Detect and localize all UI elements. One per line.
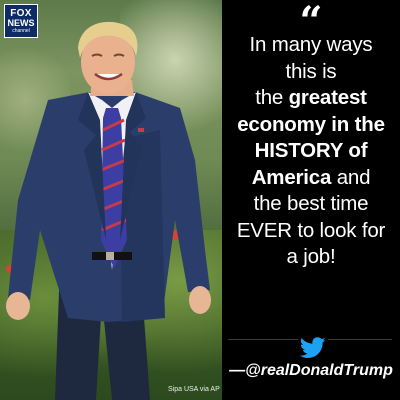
quote-line: economy in the (222, 112, 400, 139)
quote-line: a job! (222, 244, 400, 271)
twitter-bird-icon (298, 337, 328, 359)
photo-panel: FOX NEWS channel Sipa USA via AP (0, 0, 222, 400)
quote-text-segment: the (255, 86, 289, 109)
quote-text-segment: In many ways (249, 33, 373, 56)
quote-text-segment: the best time (253, 192, 369, 215)
man-in-suit-photo (6, 21, 211, 400)
quote-bold-text: America (251, 165, 332, 189)
quote-line: EVER to look for (222, 218, 400, 245)
quote-line: HISTORY of (222, 138, 400, 165)
quote-text-segment: and (331, 165, 371, 189)
quote-line: the best time (222, 191, 400, 218)
quote-text-segment: a job! (286, 245, 336, 268)
quote-text-segment: EVER to look for (236, 218, 386, 242)
quote-line: this is (222, 59, 400, 86)
quote-text-segment: this is (285, 59, 337, 83)
quote-bold-text: HISTORY of (254, 139, 368, 162)
quote-text: In many ways this is the greatest economy i… (222, 32, 400, 271)
social-quote-card: FOX NEWS channel Sipa USA via AP “ In ma… (0, 0, 400, 400)
quote-bold-text: greatest (288, 86, 367, 109)
quote-line: In many ways (222, 32, 400, 59)
twitter-handle: —@realDonaldTrump (229, 362, 393, 379)
photo-credit: Sipa USA via AP (168, 386, 220, 393)
quote-line: the greatest (222, 85, 400, 112)
quote-bold-text: economy in the (237, 112, 385, 136)
fox-news-logo: FOX NEWS channel (4, 4, 38, 38)
quote-line: America and (222, 165, 400, 192)
